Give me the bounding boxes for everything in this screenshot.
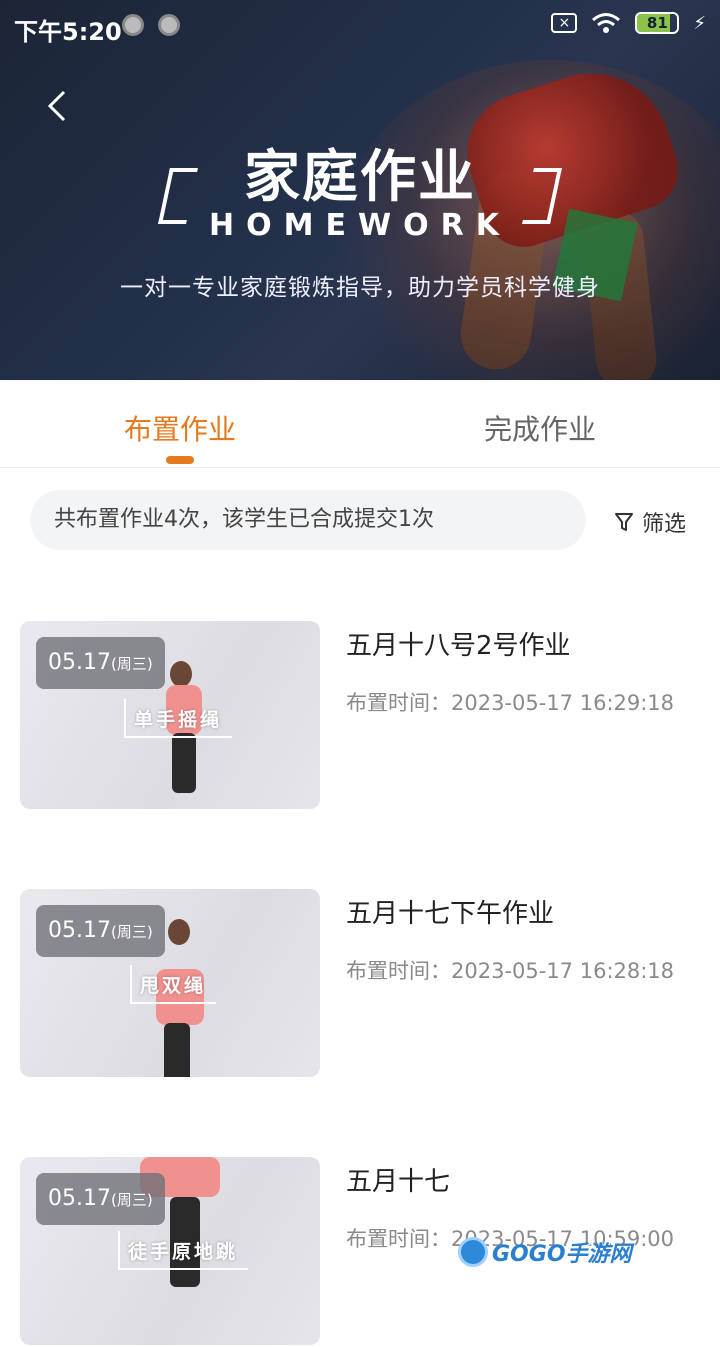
wifi-icon [592, 13, 621, 33]
date-text: 05.17 [48, 918, 111, 943]
tab-completed-homework[interactable]: 完成作业 [360, 408, 720, 448]
homework-title: 五月十七下午作业 [346, 899, 555, 929]
time-value: 2023-05-17 16:29:18 [451, 691, 675, 715]
watermark-text: GOGO手游网 [492, 1242, 632, 1267]
watermark-logo-icon [458, 1237, 488, 1267]
exercise-tag: 徒手原地跳 [118, 1231, 249, 1270]
header-banner: 家庭作业 HOMEWORK 一对一专业家庭锻炼指导，助力学员科学健身 [0, 0, 720, 380]
tab-assign-homework[interactable]: 布置作业 [0, 408, 360, 448]
time-label: 布置时间： [346, 1227, 451, 1251]
weekday-text: (周三) [110, 923, 153, 941]
date-text: 05.17 [48, 1186, 111, 1211]
notification-icon [122, 14, 144, 36]
filter-button[interactable]: 筛选 [614, 506, 686, 538]
homework-card[interactable]: 05.17(周三) 甩双绳 五月十七下午作业 布置时间：2023-05-17 1… [0, 889, 720, 1079]
battery-icon: 81 [635, 12, 680, 34]
status-bar: 下午5:20 × 81 ⚡ [0, 0, 720, 52]
no-sim-icon: × [551, 13, 578, 33]
homework-time: 布置时间：2023-05-17 16:29:18 [346, 687, 674, 717]
homework-title: 五月十八号2号作业 [346, 631, 571, 661]
weekday-text: (周三) [110, 655, 153, 673]
page-subtitle: 一对一专业家庭锻炼指导，助力学员科学健身 [120, 275, 600, 301]
filter-icon [615, 513, 633, 531]
date-badge: 05.17(周三) [36, 1173, 165, 1225]
homework-time: 布置时间：2023-05-17 16:28:18 [346, 955, 674, 985]
active-tab-indicator [166, 456, 194, 464]
homework-thumbnail[interactable]: 05.17(周三) 单手摇绳 [20, 621, 320, 809]
homework-summary: 共布置作业4次，该学生已合成提交1次 [30, 490, 586, 550]
filter-label: 筛选 [642, 512, 687, 537]
exercise-tag: 甩双绳 [130, 965, 217, 1004]
back-button[interactable] [38, 86, 78, 126]
exercise-tag: 单手摇绳 [124, 699, 233, 738]
status-time: 下午5:20 [14, 18, 122, 46]
time-value: 2023-05-17 16:28:18 [451, 959, 675, 983]
date-text: 05.17 [48, 650, 111, 675]
site-watermark: GOGO手游网 [458, 1236, 632, 1268]
weekday-text: (周三) [110, 1191, 153, 1209]
date-badge: 05.17(周三) [36, 637, 165, 689]
tab-bar: 布置作业 完成作业 [0, 380, 720, 468]
page-title-english: HOMEWORK [209, 208, 511, 243]
chevron-left-icon [47, 90, 66, 122]
date-badge: 05.17(周三) [36, 905, 165, 957]
charging-icon: ⚡ [693, 12, 706, 34]
homework-thumbnail[interactable]: 05.17(周三) 徒手原地跳 [20, 1157, 320, 1345]
time-label: 布置时间： [346, 691, 451, 715]
battery-level: 81 [646, 14, 668, 32]
notification-icon [158, 14, 180, 36]
time-label: 布置时间： [346, 959, 451, 983]
homework-title: 五月十七 [346, 1167, 451, 1197]
homework-thumbnail[interactable]: 05.17(周三) 甩双绳 [20, 889, 320, 1077]
page-title: 家庭作业 [244, 145, 476, 210]
homework-card[interactable]: 05.17(周三) 单手摇绳 五月十八号2号作业 布置时间：2023-05-17… [0, 621, 720, 811]
